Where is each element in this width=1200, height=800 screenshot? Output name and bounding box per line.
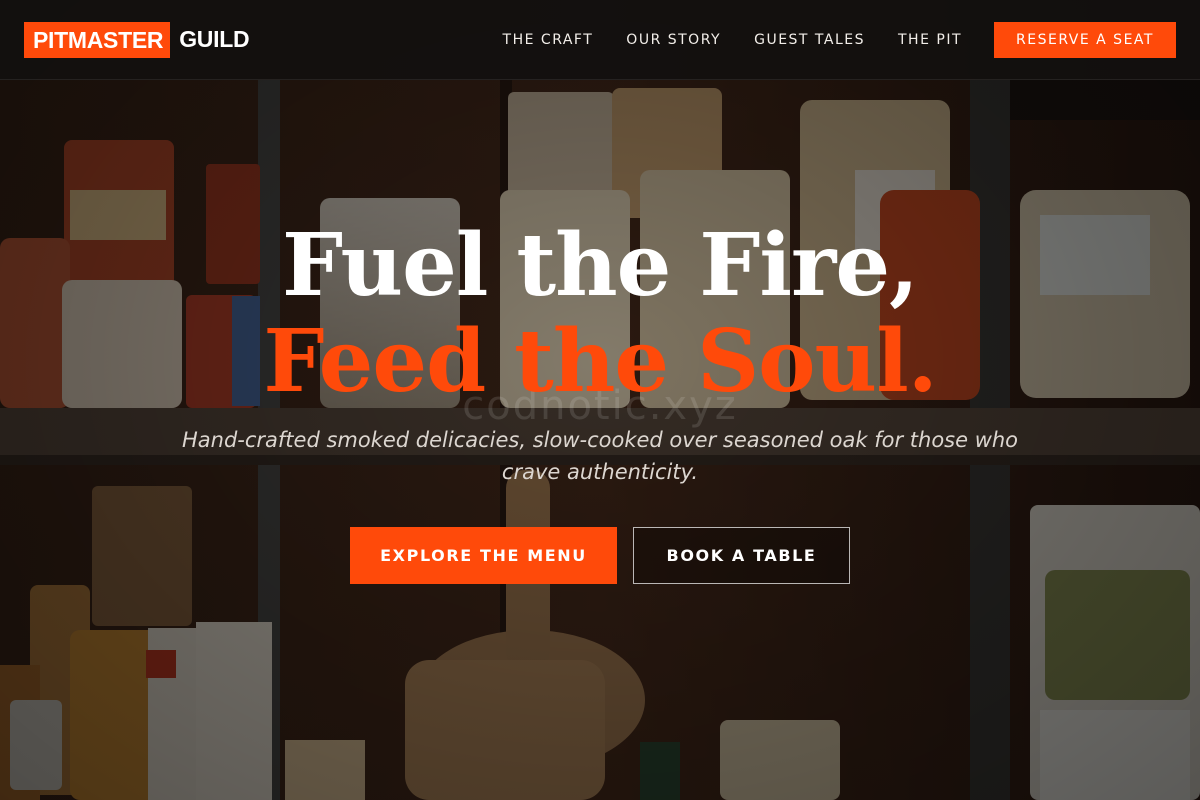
hero-cta-group: EXPLORE THE MENU BOOK A TABLE [0, 527, 1200, 584]
explore-menu-button[interactable]: EXPLORE THE MENU [350, 527, 617, 584]
hero-headline-line-2: Feed the Soul. [263, 311, 937, 412]
hero-subcopy: Hand-crafted smoked delicacies, slow-coo… [181, 428, 1019, 484]
book-table-button[interactable]: BOOK A TABLE [633, 527, 850, 584]
hero-section: Fuel the Fire, codnotic.xyz Feed the Sou… [0, 0, 1200, 800]
hero-headline-line-1: Fuel the Fire, [282, 215, 919, 316]
